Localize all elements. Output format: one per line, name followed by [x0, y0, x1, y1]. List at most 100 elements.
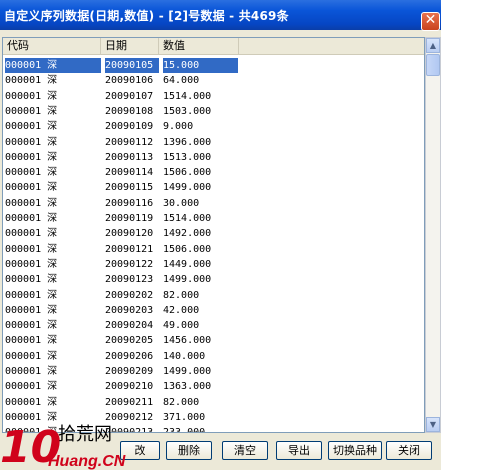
cell-code: 000001 深: [5, 274, 58, 286]
cell-code: 000001 深: [5, 151, 58, 163]
table-row[interactable]: 000001 深 20090105 15.000: [3, 58, 424, 73]
table-row[interactable]: 000001 深 20090119 1514.000: [3, 211, 424, 226]
cell-code: 000001 深: [5, 258, 58, 270]
table-row[interactable]: 000001 深 20090120 1492.000: [3, 226, 424, 241]
column-header-date[interactable]: 日期: [101, 38, 159, 54]
cell-code: 000001 深: [5, 366, 58, 377]
cell-code: 000001 深: [5, 90, 58, 102]
cell-code: 000001 深: [5, 105, 58, 117]
cell-date: 20090115: [105, 182, 154, 194]
table-row[interactable]: 000001 深 20090115 1499.000: [3, 180, 424, 195]
cell-value: 140.000: [163, 350, 206, 362]
cell-code: 000001 深: [5, 58, 101, 73]
table-row[interactable]: 000001 深 20090211 82.000: [3, 395, 424, 410]
table-row[interactable]: 000001 深 20090203 42.000: [3, 303, 424, 318]
cell-code: 000001 深: [5, 121, 58, 133]
cell-date: 20090119: [105, 213, 154, 224]
cell-date: 20090107: [105, 90, 154, 102]
cell-value: 42.000: [163, 304, 200, 316]
column-header-code[interactable]: 代码: [3, 38, 101, 54]
cell-date: 20090114: [105, 167, 154, 179]
switch-product-button[interactable]: 切换品种: [328, 441, 382, 460]
cell-code: 000001 深: [5, 320, 58, 332]
cell-date: 20090108: [105, 105, 154, 117]
close-button[interactable]: ✕: [421, 12, 440, 31]
table-row[interactable]: 000001 深 20090109 9.000: [3, 119, 424, 134]
cell-code: 000001 深: [5, 136, 58, 148]
scroll-thumb[interactable]: [426, 54, 440, 76]
table-row[interactable]: 000001 深 20090206 140.000: [3, 349, 424, 364]
cell-date: 20090112: [105, 136, 154, 148]
clear-button[interactable]: 清空: [222, 441, 268, 460]
cell-code: 000001 深: [5, 427, 58, 433]
cell-value: 49.000: [163, 320, 200, 332]
table-row[interactable]: 000001 深 20090114 1506.000: [3, 165, 424, 180]
cell-value: 15.000: [163, 58, 238, 73]
window-title: 自定义序列数据(日期,数值) - [2]号数据 - 共469条: [4, 9, 289, 23]
cell-value: 9.000: [163, 121, 194, 133]
delete-button[interactable]: 删除: [166, 441, 212, 460]
cell-code: 000001 深: [5, 289, 58, 301]
close-icon: ✕: [424, 12, 437, 28]
title-bar[interactable]: 自定义序列数据(日期,数值) - [2]号数据 - 共469条 ✕: [0, 0, 441, 31]
table-row[interactable]: 000001 深 20090213 233.000: [3, 425, 424, 433]
table-row[interactable]: 000001 深 20090204 49.000: [3, 318, 424, 333]
scroll-down-icon[interactable]: ▼: [426, 417, 440, 432]
cell-date: 20090121: [105, 243, 154, 255]
table-row[interactable]: 000001 深 20090210 1363.000: [3, 379, 424, 394]
cell-date: 20090206: [105, 350, 154, 362]
cell-value: 1456.000: [163, 335, 212, 347]
cell-value: 1514.000: [163, 213, 212, 224]
cell-value: 1506.000: [163, 167, 212, 179]
cell-code: 000001 深: [5, 182, 58, 194]
cell-date: 20090120: [105, 228, 154, 240]
cell-date: 20090202: [105, 289, 154, 301]
table-row[interactable]: 000001 深 20090123 1499.000: [3, 272, 424, 287]
modify-button[interactable]: 改: [120, 441, 160, 460]
table-row[interactable]: 000001 深 20090122 1449.000: [3, 257, 424, 272]
cell-value: 1363.000: [163, 381, 212, 393]
cell-code: 000001 深: [5, 396, 58, 408]
table-row[interactable]: 000001 深 20090205 1456.000: [3, 333, 424, 348]
cell-code: 000001 深: [5, 335, 58, 347]
cell-value: 1449.000: [163, 258, 212, 270]
cell-date: 20090113: [105, 151, 154, 163]
vertical-scrollbar[interactable]: ▲ ▼: [425, 37, 441, 433]
table-row[interactable]: 000001 深 20090113 1513.000: [3, 150, 424, 165]
cell-code: 000001 深: [5, 197, 58, 209]
cell-date: 20090122: [105, 258, 154, 270]
cell-value: 82.000: [163, 289, 200, 301]
table-row[interactable]: 000001 深 20090116 30.000: [3, 196, 424, 211]
table-row[interactable]: 000001 深 20090112 1396.000: [3, 135, 424, 150]
cell-code: 000001 深: [5, 75, 58, 87]
table-row[interactable]: 000001 深 20090107 1514.000: [3, 89, 424, 104]
dialog-window: 自定义序列数据(日期,数值) - [2]号数据 - 共469条 ✕ 代码 日期 …: [0, 0, 441, 470]
cell-code: 000001 深: [5, 167, 58, 179]
cell-code: 000001 深: [5, 411, 58, 423]
export-button[interactable]: 导出: [276, 441, 322, 460]
cell-date: 20090203: [105, 304, 154, 316]
data-table[interactable]: 代码 日期 数值 000001 深 20090105 15.000 000001 深 2…: [2, 37, 425, 433]
table-row[interactable]: 000001 深 20090209 1499.000: [3, 364, 424, 379]
cell-value: 371.000: [163, 411, 206, 423]
table-row[interactable]: 000001 深 20090108 1503.000: [3, 104, 424, 119]
cell-code: 000001 深: [5, 350, 58, 362]
column-header-value[interactable]: 数值: [159, 38, 239, 54]
cell-value: 1506.000: [163, 243, 212, 255]
cell-value: 233.000: [163, 427, 206, 433]
cell-value: 30.000: [163, 197, 200, 209]
cell-date: 20090211: [105, 396, 154, 408]
cell-value: 1503.000: [163, 105, 212, 117]
cell-code: 000001 深: [5, 381, 58, 393]
cell-code: 000001 深: [5, 213, 58, 224]
cell-date: 20090213: [105, 427, 154, 433]
close-dialog-button[interactable]: 关闭: [386, 441, 432, 460]
table-row[interactable]: 000001 深 20090212 371.000: [3, 410, 424, 425]
cell-date: 20090123: [105, 274, 154, 286]
table-row[interactable]: 000001 深 20090202 82.000: [3, 288, 424, 303]
table-row[interactable]: 000001 深 20090106 64.000: [3, 73, 424, 88]
cell-code: 000001 深: [5, 304, 58, 316]
cell-value: 1396.000: [163, 136, 212, 148]
table-row[interactable]: 000001 深 20090121 1506.000: [3, 242, 424, 257]
scroll-up-icon[interactable]: ▲: [426, 38, 440, 53]
